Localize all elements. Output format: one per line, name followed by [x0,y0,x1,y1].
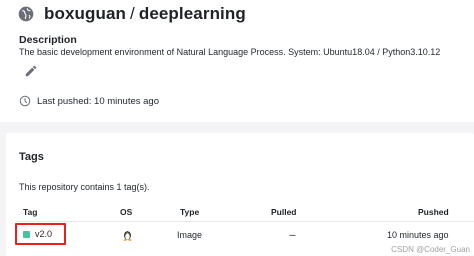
table-divider [16,221,474,222]
tag-link-v2-0[interactable]: v2.0 [15,223,66,245]
tag-pushed: 10 minutes ago [387,230,449,240]
pencil-icon[interactable] [24,64,38,78]
tag-pulled: --- [289,230,296,240]
globe-icon [18,6,34,22]
linux-tux-icon [123,230,132,241]
tags-summary: This repository contains 1 tag(s). [19,182,150,192]
repo-name: deeplearning [138,4,246,23]
repo-overview-card: boxuguan / deeplearning Description The ba… [0,0,474,122]
tags-card: Tags This repository contains 1 tag(s). … [6,133,474,256]
repo-title: boxuguan / deeplearning [44,4,246,24]
column-header-type: Type [180,207,200,217]
repo-separator: / [130,4,135,23]
repo-header: boxuguan / deeplearning [18,3,246,25]
tag-type: Image [177,230,203,240]
description-text: The basic development environment of Nat… [19,47,441,57]
tag-status-dot [23,230,30,238]
tag-name: v2.0 [35,229,53,239]
repo-namespace-link[interactable]: boxuguan [44,4,126,23]
column-header-pushed: Pushed [418,207,449,217]
description-label: Description [19,34,77,46]
last-pushed-text: Last pushed: 10 minutes ago [37,95,160,107]
column-header-os: OS [120,207,133,217]
column-header-tag: Tag [23,207,38,217]
tags-title: Tags [19,151,44,163]
last-pushed: Last pushed: 10 minutes ago [19,95,159,107]
column-header-pulled: Pulled [271,207,297,217]
watermark: CSDN @Coder_Guan [391,245,470,254]
clock-icon [19,95,31,107]
